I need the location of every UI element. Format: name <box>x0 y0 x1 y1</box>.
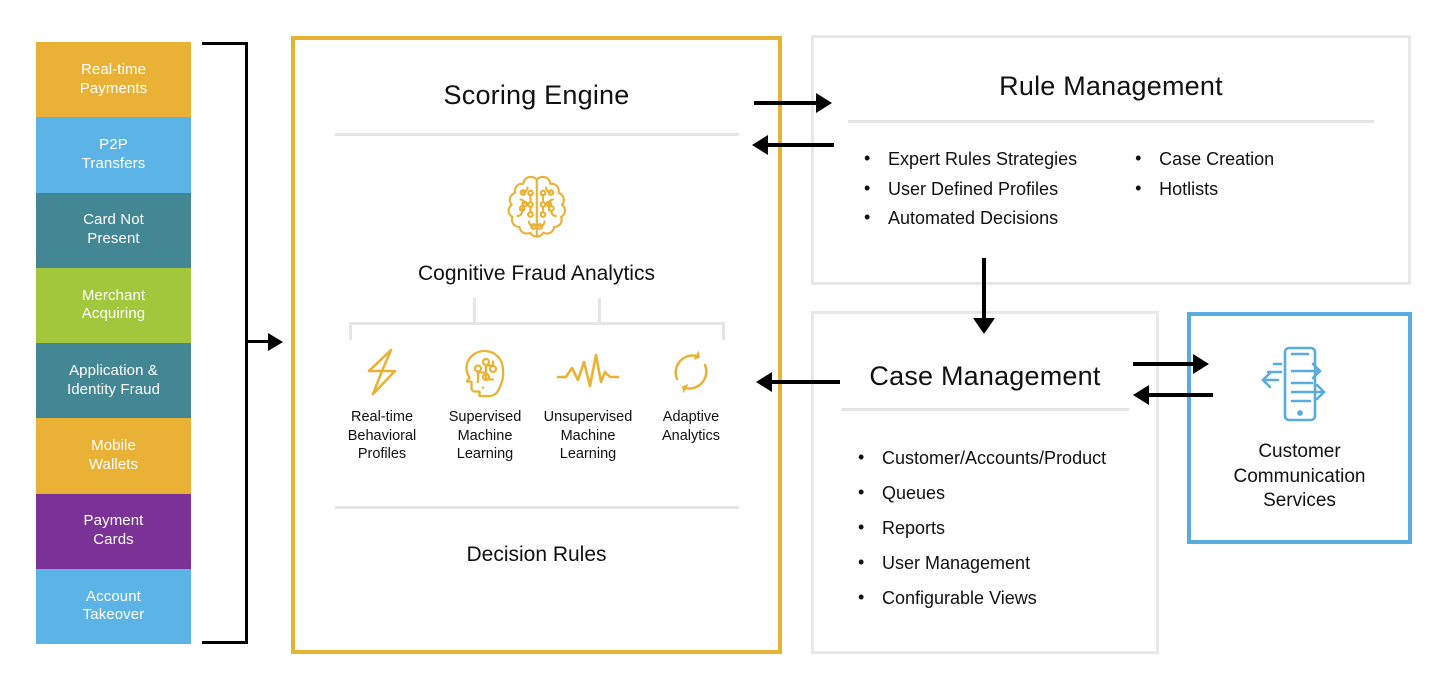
channel-label-line2: Payments <box>79 79 148 97</box>
rule-management-divider <box>848 120 1374 123</box>
case-to-scoring-arrowhead <box>756 372 772 392</box>
rule-management-bullets: Expert Rules Strategies User Defined Pro… <box>814 144 1408 234</box>
cognitive-brain-icon-wrap <box>295 172 778 246</box>
channel-label-line1: Real-time <box>80 60 147 78</box>
circular-arrows-icon <box>674 350 708 394</box>
waveform-icon <box>556 353 620 388</box>
list-item: Case Creation <box>1133 144 1274 175</box>
channel-label-line2: Present <box>87 230 140 248</box>
list-item: Customer/Accounts/Product <box>856 440 1106 476</box>
rule-to-scoring-line <box>768 143 834 147</box>
channel-label-line2: Cards <box>93 531 134 549</box>
rule-to-case-line <box>982 258 986 322</box>
case-to-ccs-arrowhead <box>1193 354 1209 374</box>
channel-stack: Real-time Payments P2P Transfers Card No… <box>36 42 191 644</box>
rule-to-scoring-arrowhead <box>752 135 768 155</box>
case-to-scoring-line <box>772 380 840 384</box>
case-to-ccs-line <box>1133 362 1197 366</box>
channel-label-line1: P2P <box>99 136 128 154</box>
cognitive-brain-icon <box>507 175 566 238</box>
case-management-bullets-list: Customer/Accounts/Product Queues Reports… <box>856 440 1106 616</box>
list-item: Automated Decisions <box>862 203 1077 234</box>
channel-label-line2: Transfers <box>81 154 146 172</box>
channels-to-scoring-arrowhead <box>268 333 283 351</box>
scoring-engine-panel: Scoring Engine Cognitive Fraud Analytics… <box>291 36 782 654</box>
channel-item-card-not-present[interactable]: Card Not Present <box>36 192 191 268</box>
rule-management-panel: Rule Management Expert Rules Strategies … <box>811 35 1411 285</box>
scoring-to-rule-line <box>754 101 820 105</box>
channel-label-line1: Application & <box>69 361 158 379</box>
feature-tree-leg-3 <box>597 298 601 325</box>
channel-label-line1: Account <box>86 587 141 605</box>
list-item: User Defined Profiles <box>862 174 1077 205</box>
list-item: Hotlists <box>1133 174 1274 205</box>
channel-label-line1: Card Not <box>83 211 144 229</box>
feature-supervised-machine-learning[interactable]: Supervised Machine Learning <box>436 344 534 464</box>
feature-label: Adaptive Analytics <box>661 409 721 444</box>
customer-communication-services-label: Customer Communication Services <box>1233 440 1366 512</box>
decision-rules-divider <box>334 505 739 509</box>
case-management-panel: Case Management Customer/Accounts/Produc… <box>811 311 1159 654</box>
feature-label: Real-time Behavioral Profiles <box>347 409 417 463</box>
feature-tree-leg-1 <box>348 322 352 340</box>
ccs-to-case-line <box>1149 393 1213 397</box>
channel-item-account-takeover[interactable]: Account Takeover <box>36 568 191 644</box>
channel-label-line2: Acquiring <box>81 305 146 323</box>
channel-label-line2: Wallets <box>88 455 139 473</box>
scoring-engine-divider <box>334 133 739 136</box>
circuit-head-icon-wrap <box>461 344 509 400</box>
feature-unsupervised-machine-learning[interactable]: Unsupervised Machine Learning <box>539 344 637 464</box>
channel-item-merchant-acquiring[interactable]: Merchant Acquiring <box>36 267 191 343</box>
ccs-to-case-arrowhead <box>1133 385 1149 405</box>
rule-to-case-arrowhead <box>973 318 995 334</box>
case-management-divider <box>841 408 1129 411</box>
case-management-bullets: Customer/Accounts/Product Queues Reports… <box>814 440 1156 616</box>
rule-management-title: Rule Management <box>999 71 1223 101</box>
channel-item-real-time-payments[interactable]: Real-time Payments <box>36 42 191 118</box>
rule-management-bullets-right: Case Creation Hotlists <box>1133 144 1274 234</box>
feature-real-time-behavioral-profiles[interactable]: Real-time Behavioral Profiles <box>333 344 431 464</box>
circular-arrows-icon-wrap <box>668 344 714 400</box>
diagram-canvas: Real-time Payments P2P Transfers Card No… <box>0 0 1450 684</box>
lightning-bolt-icon <box>367 348 397 396</box>
case-management-title: Case Management <box>869 361 1101 391</box>
channel-label-line1: Merchant <box>81 286 146 304</box>
channel-label-line2: Identity Fraud <box>66 380 161 398</box>
feature-tree-connector <box>348 298 725 340</box>
feature-tree-horizontal <box>348 322 725 325</box>
feature-list: Real-time Behavioral Profiles Supervised… <box>295 344 778 464</box>
customer-communication-services-panel: Customer Communication Services <box>1187 312 1412 544</box>
channel-item-mobile-wallets[interactable]: Mobile Wallets <box>36 418 191 494</box>
list-item: Queues <box>856 475 1106 511</box>
channel-item-p2p-transfers[interactable]: P2P Transfers <box>36 117 191 193</box>
mobile-message-exchange-icon <box>1261 346 1325 422</box>
channel-item-payment-cards[interactable]: Payment Cards <box>36 493 191 569</box>
feature-adaptive-analytics[interactable]: Adaptive Analytics <box>642 344 740 464</box>
waveform-icon-wrap <box>556 344 620 400</box>
feature-label: Supervised Machine Learning <box>448 409 522 463</box>
scoring-engine-title: Scoring Engine <box>443 80 630 110</box>
decision-rules-label: Decision Rules <box>466 542 607 566</box>
circuit-head-icon <box>465 349 505 398</box>
channel-label-line1: Payment <box>83 512 144 530</box>
channel-label-line2: Takeover <box>82 606 145 624</box>
feature-tree-leg-4 <box>721 322 725 340</box>
channel-item-application-identity-fraud[interactable]: Application & Identity Fraud <box>36 343 191 419</box>
rule-management-bullets-left: Expert Rules Strategies User Defined Pro… <box>862 144 1077 234</box>
list-item: User Management <box>856 545 1106 581</box>
feature-label: Unsupervised Machine Learning <box>543 409 633 463</box>
scoring-to-rule-arrowhead <box>816 93 832 113</box>
channel-label-line1: Mobile <box>91 437 136 455</box>
list-item: Expert Rules Strategies <box>862 144 1077 175</box>
channels-bracket <box>202 42 248 644</box>
feature-tree-leg-2 <box>472 298 476 325</box>
cognitive-fraud-analytics-label: Cognitive Fraud Analytics <box>418 262 655 285</box>
list-item: Reports <box>856 510 1106 546</box>
list-item: Configurable Views <box>856 580 1106 616</box>
lightning-bolt-icon-wrap <box>360 344 404 400</box>
